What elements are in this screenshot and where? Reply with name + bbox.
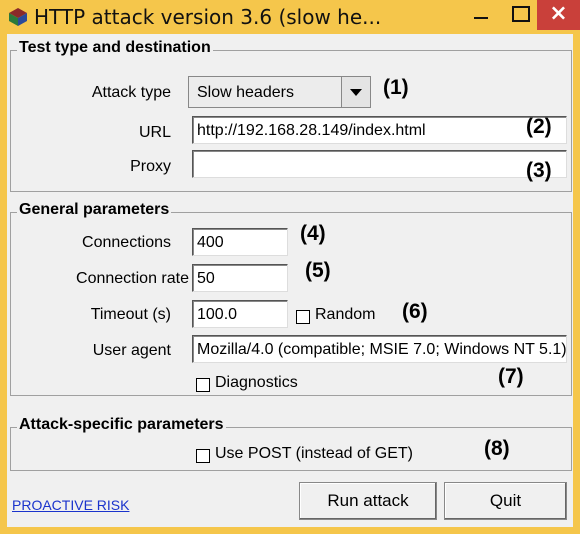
dropdown-arrow-icon[interactable] (341, 77, 370, 107)
timeout-label: Timeout (s) (90, 306, 171, 323)
url-input[interactable]: http://192.168.28.149/index.html (192, 116, 567, 144)
close-button[interactable]: × (537, 0, 580, 30)
annotation-8: (8) (484, 437, 510, 460)
connections-label: Connections (82, 234, 171, 251)
annotation-6: (6) (402, 300, 428, 323)
random-checkbox[interactable] (296, 310, 310, 324)
timeout-input[interactable]: 100.0 (192, 300, 288, 328)
general-params-group-title: General parameters (17, 201, 172, 219)
proactive-risk-link[interactable]: PROACTIVE RISK (12, 497, 129, 513)
proxy-input[interactable] (192, 150, 567, 178)
window-client: Test type and destination Attack type Sl… (7, 34, 573, 527)
attack-type-value: Slow headers (197, 84, 294, 101)
test-type-group-title: Test type and destination (17, 39, 213, 57)
app-icon (9, 8, 27, 26)
attack-specific-group-title: Attack-specific parameters (17, 416, 226, 434)
annotation-1: (1) (383, 76, 409, 99)
quit-button[interactable]: Quit (444, 482, 567, 520)
window-title: HTTP attack version 3.6 (slow he... (34, 5, 382, 29)
annotation-7: (7) (498, 365, 524, 388)
use-post-checkbox[interactable] (196, 449, 210, 463)
diagnostics-label[interactable]: Diagnostics (215, 374, 298, 392)
use-post-label[interactable]: Use POST (instead of GET) (215, 445, 413, 463)
random-label[interactable]: Random (315, 306, 375, 324)
proxy-label: Proxy (130, 158, 171, 175)
url-label: URL (138, 124, 171, 141)
user-agent-label: User agent (92, 342, 171, 359)
connection-rate-label: Connection rate (76, 270, 189, 287)
minimize-button[interactable] (462, 0, 498, 30)
connection-rate-input[interactable]: 50 (192, 264, 288, 292)
annotation-4: (4) (300, 222, 326, 245)
user-agent-input[interactable]: Mozilla/4.0 (compatible; MSIE 7.0; Windo… (192, 335, 567, 363)
title-bar[interactable]: HTTP attack version 3.6 (slow he... × (0, 0, 580, 34)
attack-type-label: Attack type (91, 84, 171, 101)
attack-type-select[interactable]: Slow headers (188, 76, 371, 108)
annotation-2: (2) (526, 115, 552, 138)
run-attack-button[interactable]: Run attack (299, 482, 437, 520)
annotation-3: (3) (526, 159, 552, 182)
diagnostics-checkbox[interactable] (196, 378, 210, 392)
annotation-5: (5) (305, 259, 331, 282)
maximize-button[interactable] (502, 0, 538, 30)
connections-input[interactable]: 400 (192, 228, 288, 256)
